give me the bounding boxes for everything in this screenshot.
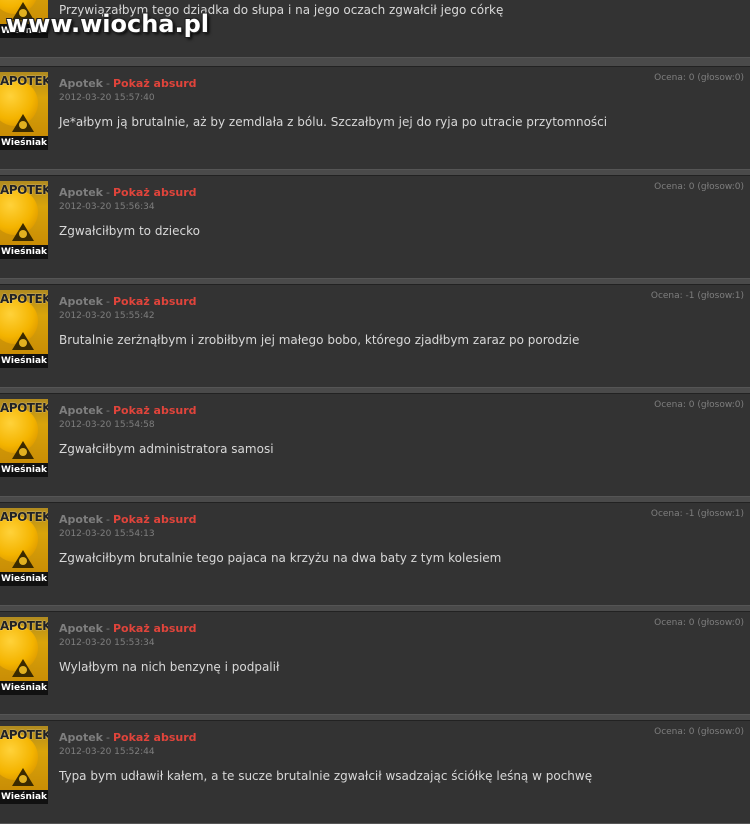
avatar-logo-text: APOTEK xyxy=(0,510,48,524)
comment-text: Brutalnie zerżnąłbym i zrobiłbym jej mał… xyxy=(59,333,580,347)
comment-rating: Ocena: 0 (głosow:0) xyxy=(654,182,744,192)
comment-text: Wylałbym na nich benzynę i podpalił xyxy=(59,660,280,674)
comment-text: Je*ałbym ją brutalnie, aż by zemdlała z … xyxy=(59,115,608,129)
author-name[interactable]: Apotek xyxy=(59,77,103,90)
comment-meta: Apotek - Pokaż absurd xyxy=(59,186,197,199)
separator: - xyxy=(105,731,110,744)
avatar[interactable]: APOTEK Wieśniak xyxy=(0,508,48,588)
avatar[interactable]: APOTEK Wieśniak xyxy=(0,72,48,152)
separator: - xyxy=(105,77,110,90)
avatar[interactable]: APOTEK Wieśniak xyxy=(0,726,48,806)
avatar-image: APOTEK xyxy=(0,72,48,136)
rank-badge: Wieśniak xyxy=(0,463,48,477)
show-absurd-link[interactable]: Pokaż absurd xyxy=(113,731,197,744)
comment-rating: Ocena: 0 (głosow:0) xyxy=(654,727,744,737)
rank-badge: Wieśniak xyxy=(0,245,48,259)
avatar-logo-text: APOTEK xyxy=(0,728,48,742)
comment-meta: Apotek - Pokaż absurd xyxy=(59,731,197,744)
comment-item: APOTEK Wieśniak Apotek - Pokaż absurd 2012… xyxy=(0,720,750,824)
avatar[interactable]: APOTEK Wieśniak xyxy=(0,181,48,261)
comment-meta: Apotek - Pokaż absurd xyxy=(59,295,197,308)
comment-item: APOTEK Wieśniak Apotek - Pokaż absurd 2012… xyxy=(0,393,750,497)
avatar-logo-text: APOTEK xyxy=(0,74,48,88)
comment-date: 2012-03-20 15:57:40 xyxy=(59,93,155,103)
avatar[interactable]: APOTEK Wieśniak xyxy=(0,399,48,479)
comment-item: APOTEK Wieśniak Apotek - Pokaż absurd 2012… xyxy=(0,502,750,606)
comment-item: APOTEK Wieśniak Apotek - Pokaż absurd 2012… xyxy=(0,66,750,170)
comment-rating: Ocena: 0 (głosow:0) xyxy=(654,618,744,628)
comment-text: Zgwałciłbym administratora samosi xyxy=(59,442,274,456)
separator: - xyxy=(105,622,110,635)
comment-item: APOTEK Wieśniak Apotek - Pokaż absurd 2012… xyxy=(0,175,750,279)
author-name[interactable]: Apotek xyxy=(59,295,103,308)
separator: - xyxy=(105,404,110,417)
rank-badge: Wieśniak xyxy=(0,681,48,695)
show-absurd-link[interactable]: Pokaż absurd xyxy=(113,186,197,199)
avatar-logo-text: APOTEK xyxy=(0,619,48,633)
avatar-image: APOTEK xyxy=(0,617,48,681)
comment-meta: Apotek - Pokaż absurd xyxy=(59,404,197,417)
author-name[interactable]: Apotek xyxy=(59,404,103,417)
avatar[interactable]: APOTEK Wieśniak xyxy=(0,290,48,370)
comment-meta: Apotek - Pokaż absurd xyxy=(59,513,197,526)
comment-text: Zgwałciłbym to dziecko xyxy=(59,224,200,238)
separator: - xyxy=(105,513,110,526)
author-name[interactable]: Apotek xyxy=(59,513,103,526)
avatar-image: APOTEK xyxy=(0,290,48,354)
show-absurd-link[interactable]: Pokaż absurd xyxy=(113,513,197,526)
comment-text: Zgwałciłbym brutalnie tego pajaca na krz… xyxy=(59,551,502,565)
comment-date: 2012-03-20 15:52:44 xyxy=(59,747,155,757)
avatar-logo-text: APOTEK xyxy=(0,292,48,306)
comment-meta: Apotek - Pokaż absurd xyxy=(59,77,197,90)
separator: - xyxy=(105,186,110,199)
author-name[interactable]: Apotek xyxy=(59,731,103,744)
comment-rating: Ocena: -1 (głosow:1) xyxy=(650,291,744,301)
comment-date: 2012-03-20 15:54:13 xyxy=(59,529,155,539)
comment-date: 2012-03-20 15:54:58 xyxy=(59,420,155,430)
comment-text: Typa bym udławił kałem, a te sucze bruta… xyxy=(59,769,593,783)
avatar-image: APOTEK xyxy=(0,181,48,245)
rank-badge: Wieśniak xyxy=(0,572,48,586)
separator: - xyxy=(105,295,110,308)
show-absurd-link[interactable]: Pokaż absurd xyxy=(113,295,197,308)
comment-item: APOTEK Wieśniak Apotek - Pokaż absurd 2012… xyxy=(0,284,750,388)
rank-badge: Wieśniak xyxy=(0,354,48,368)
avatar-image: APOTEK xyxy=(0,508,48,572)
avatar-logo-text: APOTEK xyxy=(0,401,48,415)
comment-date: 2012-03-20 15:56:34 xyxy=(59,202,155,212)
author-name[interactable]: Apotek xyxy=(59,186,103,199)
show-absurd-link[interactable]: Pokaż absurd xyxy=(113,622,197,635)
comment-rating: Ocena: 0 (głosow:0) xyxy=(654,400,744,410)
comment-date: 2012-03-20 15:55:42 xyxy=(59,311,155,321)
avatar-image: APOTEK xyxy=(0,726,48,790)
show-absurd-link[interactable]: Pokaż absurd xyxy=(113,404,197,417)
comment-item: APOTEK Wieśniak Apotek - Pokaż absurd 2012… xyxy=(0,611,750,715)
show-absurd-link[interactable]: Pokaż absurd xyxy=(113,77,197,90)
avatar-logo-text: APOTEK xyxy=(0,183,48,197)
rank-badge: Wieśniak xyxy=(0,790,48,804)
author-name[interactable]: Apotek xyxy=(59,622,103,635)
comment-rating: Ocena: 0 (głosow:0) xyxy=(654,73,744,83)
avatar-image: APOTEK xyxy=(0,399,48,463)
comment-rating: Ocena: -1 (głosow:1) xyxy=(650,509,744,519)
avatar[interactable]: APOTEK Wieśniak xyxy=(0,617,48,697)
comment-date: 2012-03-20 15:53:34 xyxy=(59,638,155,648)
rank-badge: Wieśniak xyxy=(0,136,48,150)
comment-meta: Apotek - Pokaż absurd xyxy=(59,622,197,635)
site-watermark: www.wiocha.pl xyxy=(6,10,210,38)
